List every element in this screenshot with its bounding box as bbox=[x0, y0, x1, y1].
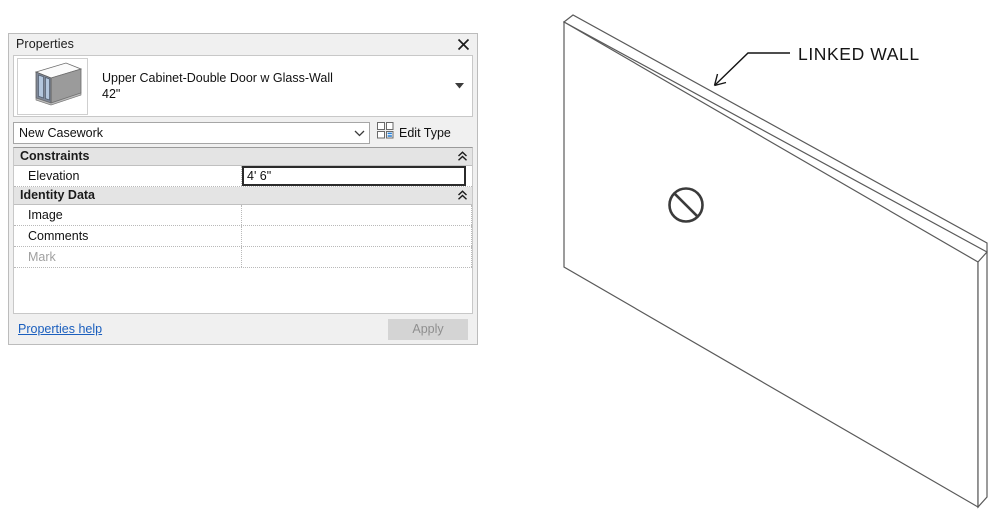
edit-type-label: Edit Type bbox=[399, 125, 451, 140]
family-selector-row: New Casework Edit Type bbox=[13, 122, 473, 144]
leader-arrow-icon bbox=[713, 52, 790, 87]
parameter-section-header[interactable]: Identity Data bbox=[14, 187, 472, 205]
parameter-name: Comments bbox=[14, 226, 242, 246]
type-selector-header[interactable]: Upper Cabinet-Double Door w Glass-Wall 4… bbox=[13, 55, 473, 117]
linked-wall-diagram: LINKED WALL bbox=[540, 0, 999, 526]
parameter-value-field[interactable] bbox=[242, 205, 472, 225]
type-name-line1: Upper Cabinet-Double Door w Glass-Wall bbox=[102, 71, 333, 85]
parameter-row: Mark bbox=[14, 247, 472, 268]
parameter-name: Image bbox=[14, 205, 242, 225]
properties-help-link[interactable]: Properties help bbox=[18, 323, 388, 336]
properties-palette-footer: Properties help Apply bbox=[9, 314, 477, 344]
parameter-section-label: Identity Data bbox=[20, 188, 96, 203]
isometric-wall-3d bbox=[562, 14, 988, 509]
parameter-name: Elevation bbox=[14, 166, 242, 186]
selected-type-name: Upper Cabinet-Double Door w Glass-Wall 4… bbox=[88, 70, 448, 102]
properties-palette-titlebar: Properties bbox=[9, 34, 477, 55]
parameter-grid-empty-area bbox=[14, 268, 472, 313]
close-icon[interactable] bbox=[453, 36, 473, 54]
double-chevron-up-icon[interactable] bbox=[452, 190, 472, 201]
parameter-section-header[interactable]: Constraints bbox=[14, 148, 472, 166]
edit-type-grid-icon bbox=[377, 122, 394, 144]
linked-wall-annotation-label: LINKED WALL bbox=[798, 44, 920, 64]
parameter-name: Mark bbox=[14, 247, 242, 267]
type-name-line2: 42" bbox=[102, 87, 121, 101]
edit-type-button[interactable]: Edit Type bbox=[375, 122, 473, 144]
parameter-value-field[interactable]: 4' 6" bbox=[242, 166, 466, 186]
parameter-value-field[interactable] bbox=[242, 226, 472, 246]
parameter-row: Image bbox=[14, 205, 472, 226]
family-type-value: New Casework bbox=[19, 125, 104, 140]
family-type-combobox[interactable]: New Casework bbox=[13, 122, 370, 144]
wall-end-face bbox=[977, 250, 988, 509]
upper-cabinet-glass-door-thumbnail bbox=[17, 57, 88, 115]
double-chevron-up-icon[interactable] bbox=[452, 151, 472, 162]
parameter-row: Comments bbox=[14, 226, 472, 247]
properties-palette: Properties Upper Cabinet-Double Door w G… bbox=[8, 33, 478, 345]
parameter-grid: Constraints Elevation 4' 6" Identity Data Im… bbox=[13, 147, 473, 314]
parameter-section-label: Constraints bbox=[20, 149, 90, 164]
chevron-down-icon[interactable] bbox=[349, 130, 369, 137]
wall-front-face bbox=[563, 20, 979, 509]
apply-button[interactable]: Apply bbox=[388, 318, 468, 340]
page-title: Properties bbox=[16, 37, 74, 52]
parameter-value-field[interactable] bbox=[242, 247, 472, 267]
dropdown-triangle-icon[interactable] bbox=[448, 83, 470, 89]
parameter-row: Elevation 4' 6" bbox=[14, 166, 472, 187]
